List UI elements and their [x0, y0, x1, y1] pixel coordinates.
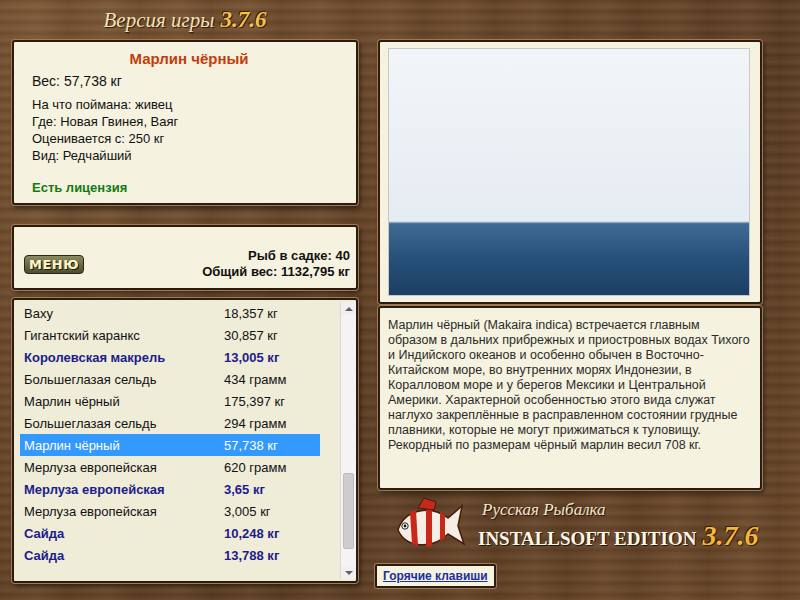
catch-name: Большеглазая сельдь	[24, 372, 224, 387]
right-column: Марлин чёрный (Makaira indica) встречает…	[378, 0, 762, 600]
game-version-title: Версия игры3.7.6	[12, 0, 358, 40]
catch-row[interactable]: Сайда10,248 кг	[20, 522, 320, 544]
fish-detail: Где: Новая Гвинея, Ваяг	[32, 113, 346, 130]
fish-card: Марлин чёрный Вес: 57,738 кг На что пойман…	[12, 40, 358, 205]
catch-name: Большеглазая сельдь	[24, 416, 224, 431]
brand-text: Русская Рыбалка INSTALLSOFT EDITION 3.7.6	[478, 500, 758, 552]
scroll-up-button[interactable]	[341, 302, 356, 315]
catch-weight: 13,005 кг	[224, 350, 279, 365]
catch-row[interactable]: Большеглазая сельдь434 грамм	[20, 368, 320, 390]
scroll-down-button[interactable]	[341, 566, 356, 579]
catch-name: Мерлуза европейская	[24, 504, 224, 519]
fish-count: Рыб в садке: 40	[202, 248, 350, 264]
catch-weight: 10,248 кг	[224, 526, 279, 541]
version-label: Версия игры	[104, 8, 215, 33]
total-weight: Общий вес: 1132,795 кг	[202, 264, 350, 280]
catch-name: Сайда	[24, 526, 224, 541]
fish-weight: Вес: 57,738 кг	[32, 73, 346, 89]
scrollbar[interactable]	[340, 302, 356, 579]
catch-weight: 13,788 кг	[224, 548, 279, 563]
catch-weight: 620 грамм	[224, 460, 286, 475]
left-column: Версия игры3.7.6 Марлин чёрный Вес: 57,738…	[12, 0, 358, 600]
fish-name: Марлин чёрный	[32, 50, 346, 67]
fish-logo-icon	[390, 496, 468, 556]
catch-name: Королевская макрель	[24, 350, 224, 365]
fish-description: Марлин чёрный (Makaira indica) встречает…	[378, 306, 762, 490]
catch-weight: 294 грамм	[224, 416, 286, 431]
license-status: Есть лицензия	[32, 168, 346, 195]
catch-row[interactable]: Мерлуза европейская3,65 кг	[20, 478, 320, 500]
catch-row[interactable]: Мерлуза европейская3,005 кг	[20, 500, 320, 522]
menu-button[interactable]: МЕНЮ	[24, 255, 84, 274]
catch-row[interactable]: Гигантский каранкс30,857 кг	[20, 324, 320, 346]
catch-name: Мерлуза европейская	[24, 482, 224, 497]
catch-name: Мерлуза европейская	[24, 460, 224, 475]
catch-row[interactable]: Ваху18,357 кг	[20, 302, 320, 324]
catch-row[interactable]: Марлин чёрный175,397 кг	[20, 390, 320, 412]
brand-edition-row: INSTALLSOFT EDITION 3.7.6	[478, 520, 758, 552]
brand-logo: Русская Рыбалка INSTALLSOFT EDITION 3.7.6	[378, 490, 792, 562]
catch-name: Марлин чёрный	[24, 394, 224, 409]
catch-name: Сайда	[24, 548, 224, 563]
arrow-down-icon	[345, 571, 353, 575]
catch-row[interactable]: Марлин чёрный57,738 кг	[20, 434, 320, 456]
catch-name: Марлин чёрный	[24, 438, 224, 453]
cage-info: Рыб в садке: 40Общий вес: 1132,795 кг	[202, 248, 350, 282]
arrow-up-icon	[345, 307, 353, 311]
hotkeys-button[interactable]: Горячие клавиши	[375, 564, 496, 588]
fish-detail: Вид: Редчайший	[32, 147, 346, 164]
catch-weight: 3,005 кг	[224, 504, 271, 519]
catch-row[interactable]: Мерлуза европейская620 грамм	[20, 456, 320, 478]
catch-row[interactable]: Большеглазая сельдь294 грамм	[20, 412, 320, 434]
catch-weight: 175,397 кг	[224, 394, 285, 409]
scroll-track[interactable]	[341, 315, 356, 566]
catch-name: Ваху	[24, 306, 224, 321]
catch-row[interactable]: Королевская макрель13,005 кг	[20, 346, 320, 368]
catch-list: Ваху18,357 кгГигантский каранкс30,857 кг…	[20, 302, 320, 579]
catch-weight: 3,65 кг	[224, 482, 265, 497]
fish-detail: На что поймана: живец	[32, 96, 346, 113]
cage-panel: МЕНЮ Рыб в садке: 40Общий вес: 1132,795 к…	[12, 225, 358, 290]
brand-edition: INSTALLSOFT EDITION	[478, 528, 696, 550]
brand-version: 3.7.6	[702, 520, 758, 552]
catch-weight: 18,357 кг	[224, 306, 278, 321]
photo-panel	[378, 40, 762, 304]
catch-weight: 30,857 кг	[224, 328, 278, 343]
version-number: 3.7.6	[220, 7, 266, 33]
brand-title: Русская Рыбалка	[478, 500, 758, 520]
fish-detail: Оценивается с: 250 кг	[32, 130, 346, 147]
catch-name: Гигантский каранкс	[24, 328, 224, 343]
scroll-thumb[interactable]	[343, 473, 354, 549]
fish-photo	[388, 48, 750, 296]
catch-weight: 57,738 кг	[224, 438, 278, 453]
catch-list-panel: Ваху18,357 кгГигантский каранкс30,857 кг…	[12, 298, 358, 583]
catch-row[interactable]: Сайда13,788 кг	[20, 544, 320, 566]
catch-weight: 434 грамм	[224, 372, 286, 387]
